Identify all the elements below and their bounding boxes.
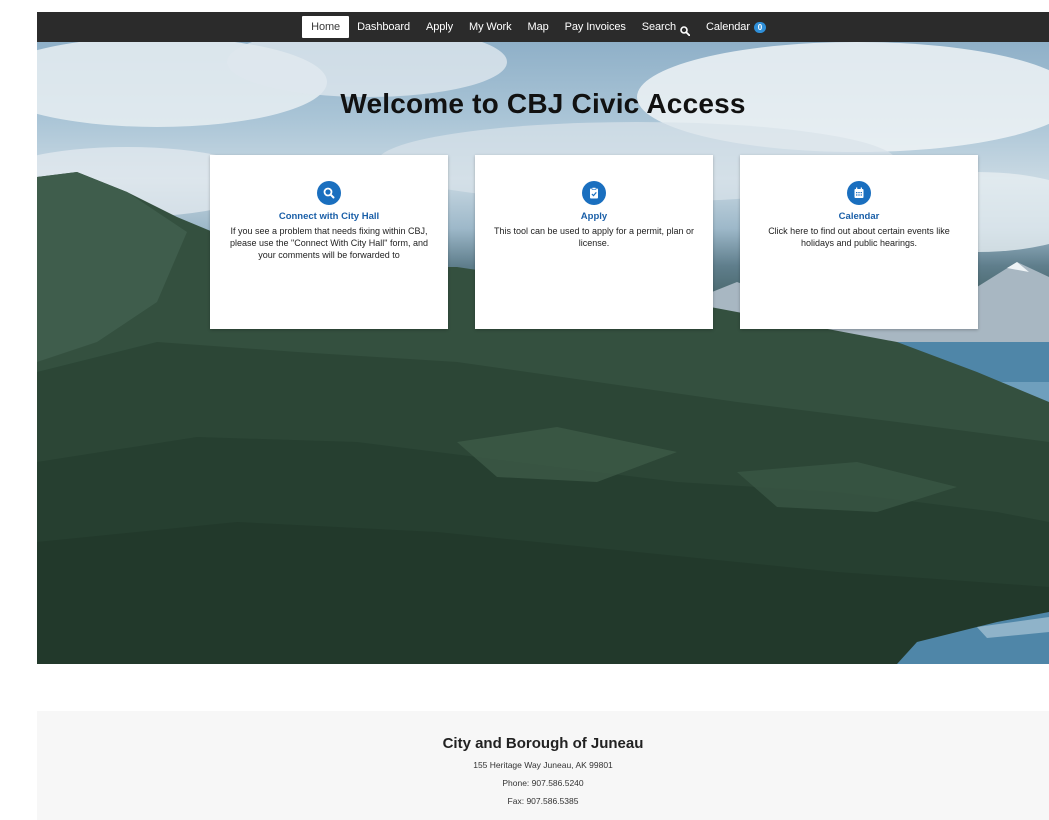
- nav-item-dashboard[interactable]: Dashboard: [349, 16, 418, 38]
- card-description: Click here to find out about certain eve…: [768, 226, 950, 248]
- clipboard-check-icon: [582, 181, 606, 205]
- nav-item-label: Calendar: [706, 21, 750, 33]
- nav-list: Home Dashboard Apply My Work Map Pay Inv…: [302, 16, 774, 38]
- nav-item-label: Map: [527, 21, 549, 33]
- footer-address: 155 Heritage Way Juneau, AK 99801: [473, 760, 613, 770]
- card-title: Connect with City Hall: [278, 211, 380, 222]
- nav-item-search[interactable]: Search: [634, 16, 698, 38]
- nav-item-calendar[interactable]: Calendar 0: [698, 16, 774, 38]
- card-connect-with-city-hall[interactable]: Connect with City Hall If you see a prob…: [210, 155, 448, 329]
- calendar-count-badge: 0: [753, 21, 766, 33]
- top-nav-bar: Home Dashboard Apply My Work Map Pay Inv…: [37, 12, 1049, 42]
- nav-item-label: Dashboard: [357, 21, 410, 33]
- site-footer: City and Borough of Juneau 155 Heritage …: [37, 711, 1049, 820]
- footer-fax: Fax: 907.586.5385: [507, 796, 579, 806]
- calendar-icon: [847, 181, 871, 205]
- nav-item-home[interactable]: Home: [302, 16, 350, 38]
- search-icon: [680, 22, 691, 37]
- nav-item-label: My Work: [469, 21, 512, 33]
- card-title: Apply: [580, 211, 608, 222]
- footer-phone: Phone: 907.586.5240: [502, 778, 584, 788]
- nav-item-pay-invoices[interactable]: Pay Invoices: [557, 16, 634, 38]
- card-apply[interactable]: Apply This tool can be used to apply for…: [475, 155, 713, 329]
- search-icon: [317, 181, 341, 205]
- card-title: Calendar: [838, 211, 880, 222]
- card-calendar[interactable]: Calendar Click here to find out about ce…: [740, 155, 978, 329]
- hero-banner: Welcome to CBJ Civic Access Connect with…: [37, 42, 1049, 664]
- nav-item-label: Home: [311, 21, 341, 33]
- card-description: This tool can be used to apply for a per…: [493, 226, 695, 248]
- nav-item-label: Apply: [425, 21, 454, 33]
- nav-item-label: Pay Invoices: [564, 21, 626, 33]
- nav-item-apply[interactable]: Apply: [418, 16, 461, 38]
- mountain-landscape-image: [37, 42, 1049, 664]
- nav-item-label: Search: [641, 21, 677, 33]
- nav-item-my-work[interactable]: My Work: [461, 16, 519, 38]
- card-description: If you see a problem that needs fixing w…: [230, 226, 428, 260]
- nav-item-map[interactable]: Map: [520, 16, 557, 38]
- page-title: Welcome to CBJ Civic Access: [340, 88, 746, 119]
- footer-title: City and Borough of Juneau: [442, 735, 644, 752]
